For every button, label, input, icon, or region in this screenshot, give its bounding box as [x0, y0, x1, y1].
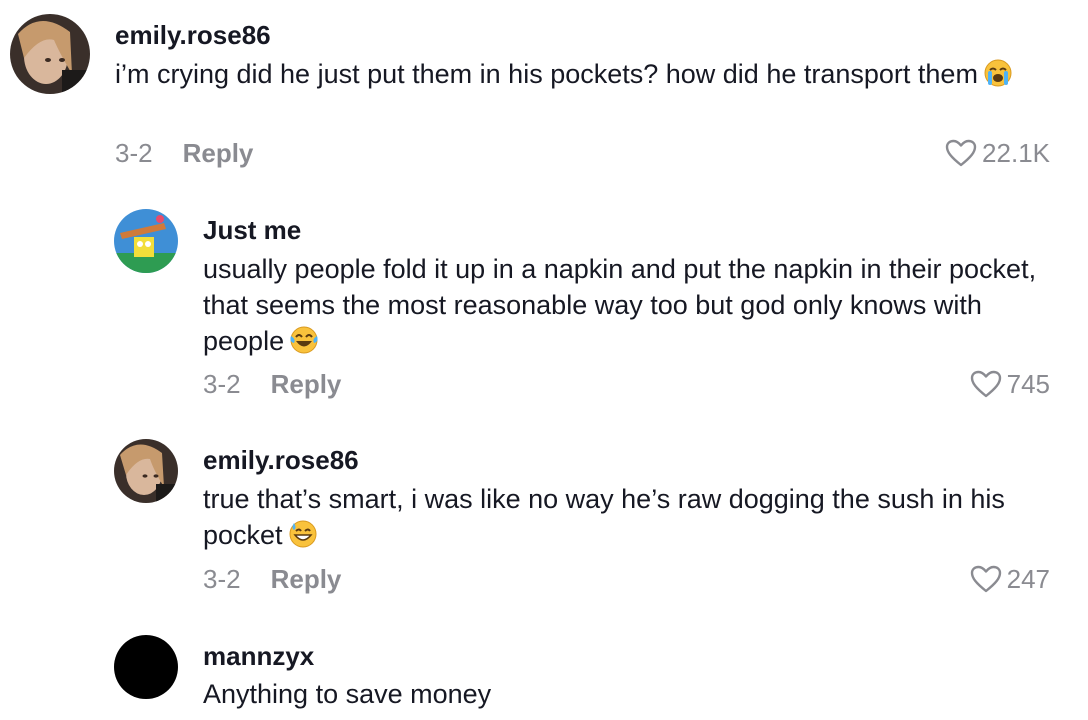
like-count: 745: [1006, 369, 1050, 399]
grinning-sweat-face-icon: [289, 520, 317, 548]
reply-button[interactable]: Reply: [271, 564, 342, 594]
reply-button[interactable]: Reply: [183, 138, 254, 168]
heart-outline-icon: [970, 370, 1001, 398]
avatar[interactable]: [10, 14, 90, 94]
comment-meta: 3-2 Reply: [203, 369, 341, 399]
like-button[interactable]: 247: [969, 564, 1050, 594]
comment-date: 3-2: [203, 564, 241, 594]
comment-meta: 3-2 Reply: [115, 138, 253, 168]
comment-item: emily.rose86 true that’s smart, i was li…: [0, 430, 1088, 610]
comment-item: Just me usually people fold it up in a n…: [0, 200, 1088, 410]
reply-button[interactable]: Reply: [271, 369, 342, 399]
comment-item: mannzyx Anything to save money: [0, 625, 1088, 720]
username[interactable]: emily.rose86: [203, 445, 359, 475]
tears-of-joy-face-icon: [290, 326, 318, 354]
heart-outline-icon: [970, 565, 1001, 593]
like-count: 22.1K: [982, 138, 1050, 168]
username[interactable]: emily.rose86: [115, 20, 271, 50]
comment-item: emily.rose86 i’m crying did he just put …: [0, 0, 1088, 190]
comment-date: 3-2: [203, 369, 241, 399]
like-button[interactable]: 745: [969, 369, 1050, 399]
like-count: 247: [1006, 564, 1050, 594]
like-button[interactable]: 22.1K: [944, 138, 1050, 168]
heart-outline-icon: [945, 139, 977, 167]
loudly-crying-face-icon: [984, 59, 1012, 87]
username[interactable]: mannzyx: [203, 641, 314, 671]
comment-date: 3-2: [115, 138, 153, 168]
comment-text: Anything to save money: [203, 679, 492, 709]
avatar[interactable]: [114, 439, 178, 503]
comment-text: usually people fold it up in a napkin an…: [203, 254, 1037, 356]
comment-text: true that’s smart, i was like no way he’…: [203, 484, 1005, 550]
username[interactable]: Just me: [203, 215, 301, 245]
avatar[interactable]: [114, 209, 178, 273]
avatar[interactable]: [114, 635, 178, 699]
comment-meta: 3-2 Reply: [203, 564, 341, 594]
comment-text: i’m crying did he just put them in his p…: [115, 56, 1048, 92]
